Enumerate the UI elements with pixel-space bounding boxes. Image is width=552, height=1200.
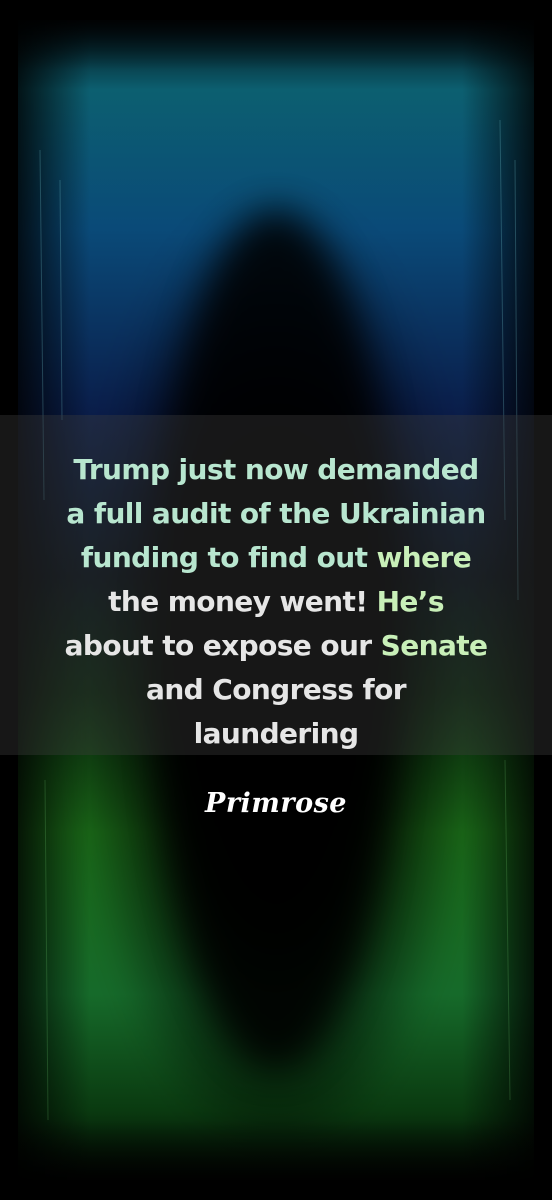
caption-line: a full audit of the Ukrainian — [20, 492, 532, 536]
caption-text: Trump just now demanded a full audit of t… — [20, 448, 532, 756]
caption-segment: where — [376, 541, 472, 574]
signature-watermark: Primrose — [205, 788, 347, 819]
caption-segment: laundering — [193, 717, 359, 750]
caption-segment: about to expose our — [64, 629, 381, 662]
caption-line: about to expose our Senate — [20, 624, 532, 668]
caption-segment: the money went! — [108, 585, 377, 618]
caption-segment: Senate — [380, 629, 488, 662]
caption-line: the money went! He’s — [20, 580, 532, 624]
caption-segment: and Congress for — [146, 673, 406, 706]
caption-line: Trump just now demanded — [20, 448, 532, 492]
caption-segment: funding to find out — [80, 541, 377, 574]
caption-line: funding to find out where — [20, 536, 532, 580]
caption-line: and Congress for — [20, 668, 532, 712]
caption-segment: He’s — [376, 585, 445, 618]
story-frame: Trump just now demanded a full audit of t… — [0, 0, 552, 1200]
caption-line: laundering — [20, 712, 532, 756]
caption-segment: Trump just now demanded — [73, 453, 479, 486]
caption-segment: a full audit of the Ukrainian — [66, 497, 486, 530]
